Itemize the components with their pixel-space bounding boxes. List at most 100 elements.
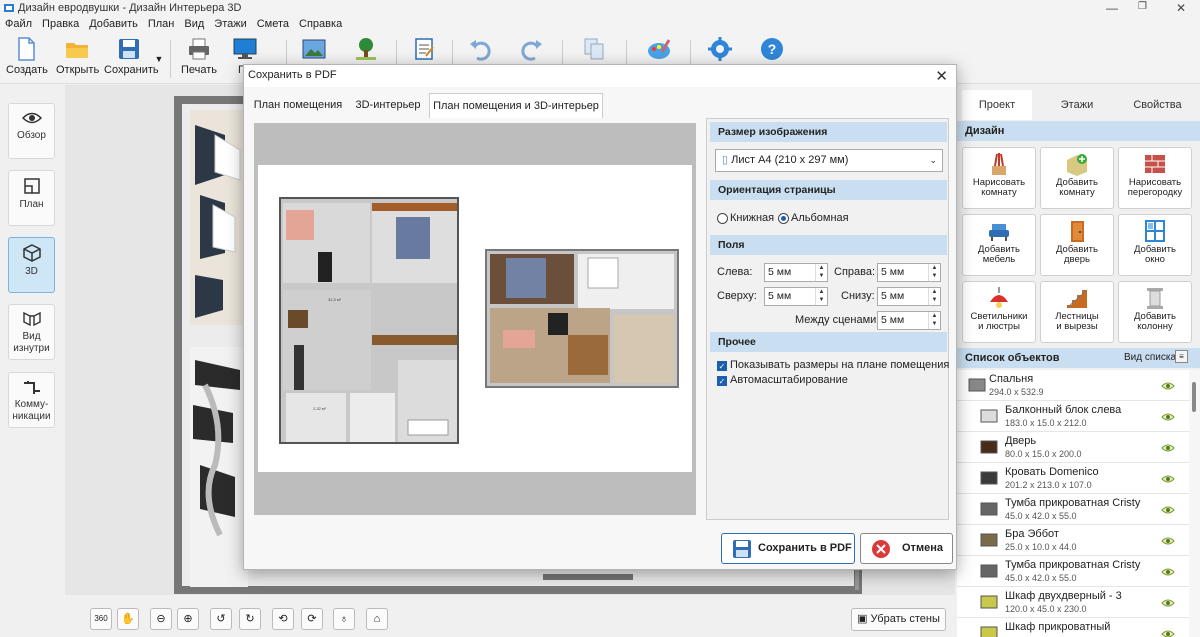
pdf-preview: 32,3 м² 2,32 м² [254, 123, 696, 515]
hide-walls-label: Убрать стены [870, 613, 940, 625]
object-dimensions: 183.0 x 15.0 x 212.0 [1005, 418, 1087, 428]
minimize-button[interactable]: — [1106, 1, 1118, 15]
light-button[interactable]: ♁ [333, 608, 355, 630]
cancel-label: Отмена [902, 542, 943, 554]
list-view-icon[interactable]: ≡ [1175, 350, 1188, 363]
menu-estimate[interactable]: Смета [252, 17, 294, 30]
portrait-radio[interactable] [717, 213, 728, 224]
print-button[interactable]: Печать [180, 36, 218, 82]
list-item[interactable]: Шкаф двухдверный - 3 120.0 x 45.0 x 230.0 [957, 587, 1189, 618]
orbit-left-button[interactable]: ⟲ [272, 608, 294, 630]
menu-add[interactable]: Добавить [84, 17, 143, 30]
list-item[interactable]: Тумба прикроватная Cristy 45.0 x 42.0 x 5… [957, 556, 1189, 587]
scrollbar-thumb[interactable] [1192, 382, 1196, 412]
margin-top-stepper[interactable]: 5 мм ▲ ▼ [764, 287, 828, 306]
margin-top-label: Сверху: [717, 290, 757, 302]
tab-floors[interactable]: Этажи [1037, 90, 1117, 120]
add-furniture-button[interactable]: Добавить мебель [962, 214, 1036, 276]
hand-pan-button[interactable]: ✋ [117, 608, 139, 630]
save-pdf-button[interactable]: Сохранить в PDF [721, 533, 855, 564]
create-button[interactable]: Создать [6, 36, 48, 82]
visibility-eye-icon[interactable] [1161, 535, 1175, 549]
stepper-arrows-icon[interactable]: ▲ ▼ [815, 288, 827, 305]
autoscale-checkbox[interactable]: ✓ [717, 376, 727, 386]
list-item[interactable]: Тумба прикроватная Cristy 45.0 x 42.0 x 5… [957, 494, 1189, 525]
object-name: Кровать Domenico [1005, 466, 1099, 478]
menu-plan[interactable]: План [143, 17, 180, 30]
tab-plan-and-3d[interactable]: План помещения и 3D-интерьер [429, 93, 603, 118]
nav-overview[interactable]: Обзор [8, 103, 55, 159]
nav-plan[interactable]: План [8, 170, 55, 226]
visibility-eye-icon[interactable] [1161, 380, 1175, 394]
draw-partition-button[interactable]: Нарисовать перегородку [1118, 147, 1192, 209]
rotate-left-button[interactable]: ↺ [210, 608, 232, 630]
paint-palette-icon [648, 39, 671, 59]
show-dimensions-checkbox[interactable]: ✓ [717, 361, 727, 371]
floppy-icon [119, 39, 139, 59]
add-window-button[interactable]: Добавить окно [1118, 214, 1192, 276]
landscape-radio[interactable] [778, 213, 789, 224]
visibility-eye-icon[interactable] [1161, 473, 1175, 487]
visibility-eye-icon[interactable] [1161, 411, 1175, 425]
add-door-button[interactable]: Добавить дверь [1040, 214, 1114, 276]
list-item[interactable]: Спальня 294.0 x 532.9 [957, 370, 1189, 401]
nightstand-icon [977, 499, 1001, 519]
home-view-button[interactable]: ⌂ [366, 608, 388, 630]
list-item[interactable]: Балконный блок слева 183.0 x 15.0 x 212.0 [957, 401, 1189, 432]
tab-project[interactable]: Проект [962, 90, 1032, 120]
nav-inside-view[interactable]: Вид изнутри [8, 304, 55, 360]
restore-button[interactable]: ❐ [1138, 1, 1147, 12]
tab-room-plan[interactable]: План помещения [250, 93, 346, 118]
save-button[interactable]: Сохранить [104, 36, 159, 82]
stepper-arrows-icon[interactable]: ▲ ▼ [928, 288, 940, 305]
stepper-arrows-icon[interactable]: ▲ ▼ [928, 264, 940, 281]
view-list-link[interactable]: Вид списка [1124, 348, 1176, 368]
menu-file[interactable]: Файл [0, 17, 37, 30]
margin-left-stepper[interactable]: 5 мм ▲ ▼ [764, 263, 828, 282]
hide-walls-button[interactable]: ▣ Убрать стены [851, 608, 946, 631]
rotate-right-button[interactable]: ↻ [239, 608, 261, 630]
cancel-button[interactable]: Отмена [860, 533, 953, 564]
menu-floors[interactable]: Этажи [209, 17, 251, 30]
menu-edit[interactable]: Правка [37, 17, 84, 30]
add-column-button[interactable]: Добавить колонну [1118, 281, 1192, 343]
zoom-in-button[interactable]: ⊕ [177, 608, 199, 630]
orbit-right-button[interactable]: ⟳ [301, 608, 323, 630]
svg-text:?: ? [768, 41, 777, 57]
list-item[interactable]: Кровать Domenico 201.2 x 213.0 x 107.0 [957, 463, 1189, 494]
object-list-scrollbar[interactable] [1189, 370, 1200, 637]
visibility-eye-icon[interactable] [1161, 504, 1175, 518]
lights-button[interactable]: Светильники и люстры [962, 281, 1036, 343]
tab-3d-interior[interactable]: 3D-интерьер [348, 93, 428, 118]
nav-communications[interactable]: Комму-никации [8, 372, 55, 428]
margin-bottom-label: Снизу: [841, 290, 875, 302]
chevron-down-icon: ⌄ [929, 155, 937, 165]
add-room-button[interactable]: Добавить комнату [1040, 147, 1114, 209]
visibility-eye-icon[interactable] [1161, 597, 1175, 611]
object-name: Шкаф прикроватный [1005, 621, 1111, 633]
plan-area-label-2: 2,32 м² [313, 406, 327, 411]
between-scenes-stepper[interactable]: 5 мм ▲ ▼ [877, 311, 941, 330]
menu-help[interactable]: Справка [294, 17, 347, 30]
dialog-close-icon[interactable]: ✕ [935, 67, 948, 87]
margin-right-stepper[interactable]: 5 мм ▲ ▼ [877, 263, 941, 282]
draw-room-button[interactable]: Нарисовать комнату [962, 147, 1036, 209]
rotate-360-button[interactable]: 360 [90, 608, 112, 630]
list-item[interactable]: Шкаф прикроватный [957, 618, 1189, 637]
margin-bottom-stepper[interactable]: 5 мм ▲ ▼ [877, 287, 941, 306]
stepper-arrows-icon[interactable]: ▲ ▼ [815, 264, 827, 281]
paper-size-select[interactable]: ▯ Лист A4 (210 x 297 мм) ⌄ [715, 149, 943, 172]
stairs-button[interactable]: Лестницы и вырезы [1040, 281, 1114, 343]
stepper-arrows-icon[interactable]: ▲ ▼ [928, 312, 940, 329]
list-item[interactable]: Дверь 80.0 x 15.0 x 200.0 [957, 432, 1189, 463]
visibility-eye-icon[interactable] [1161, 628, 1175, 637]
menu-view[interactable]: Вид [179, 17, 209, 30]
close-window-button[interactable]: ✕ [1176, 1, 1186, 15]
visibility-eye-icon[interactable] [1161, 566, 1175, 580]
list-item[interactable]: Бра Эббот 25.0 x 10.0 x 44.0 [957, 525, 1189, 556]
tab-properties[interactable]: Свойства [1120, 90, 1195, 120]
visibility-eye-icon[interactable] [1161, 442, 1175, 456]
open-button[interactable]: Открыть [56, 36, 99, 82]
nav-3d[interactable]: 3D [8, 237, 55, 293]
zoom-out-button[interactable]: ⊖ [150, 608, 172, 630]
